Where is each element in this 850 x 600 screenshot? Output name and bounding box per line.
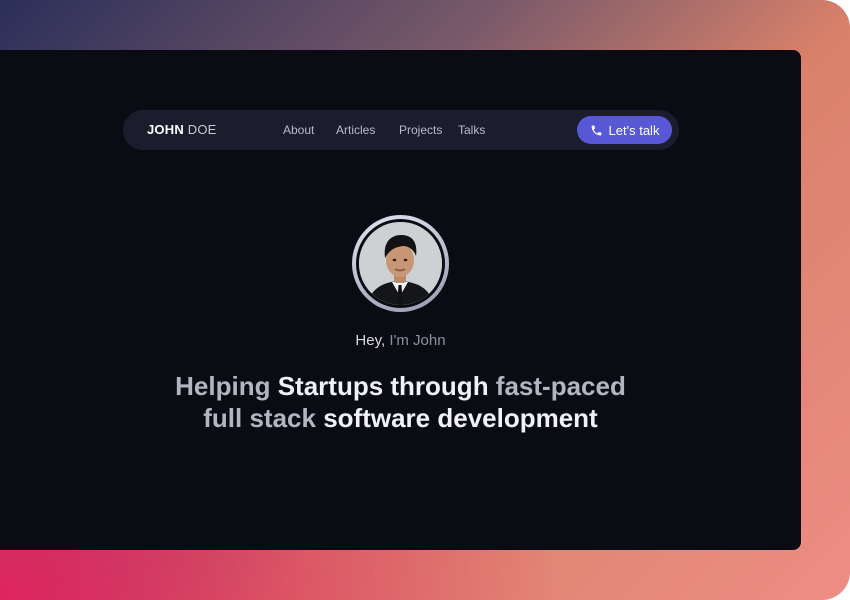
greeting-name: I'm John <box>389 332 446 349</box>
headline-segment: Startups through <box>277 371 496 401</box>
top-navbar: JOHN DOE About Articles Projects Talks L… <box>123 110 679 150</box>
hero-headline: Helping Startups through fast-paced full… <box>0 370 801 434</box>
lets-talk-button[interactable]: Let's talk <box>577 116 672 144</box>
nav-link-talks[interactable]: Talks <box>458 123 485 137</box>
nav-link-articles[interactable]: Articles <box>336 123 375 137</box>
headline-segment: fast-paced <box>495 371 626 401</box>
headline-segment: full stack <box>203 403 324 433</box>
profile-photo <box>359 222 442 305</box>
logo-last-name: DOE <box>187 122 217 137</box>
greeting-lead: Hey, <box>355 332 386 349</box>
avatar <box>352 215 449 312</box>
nav-link-about[interactable]: About <box>283 123 314 137</box>
site-logo[interactable]: JOHN DOE <box>147 122 217 137</box>
headline-line-2: full stack software development <box>0 402 801 434</box>
lets-talk-label: Let's talk <box>608 122 660 138</box>
headline-segment: Helping <box>175 371 278 401</box>
person-portrait-icon <box>359 222 442 305</box>
nav-link-projects[interactable]: Projects <box>399 123 442 137</box>
phone-icon <box>591 125 601 135</box>
headline-line-1: Helping Startups through fast-paced <box>0 370 801 402</box>
logo-first-name: JOHN <box>147 122 184 137</box>
browser-window: JOHN DOE About Articles Projects Talks L… <box>0 50 801 550</box>
headline-segment: software development <box>323 403 598 433</box>
hero-greeting: Hey, I'm John <box>0 332 801 349</box>
